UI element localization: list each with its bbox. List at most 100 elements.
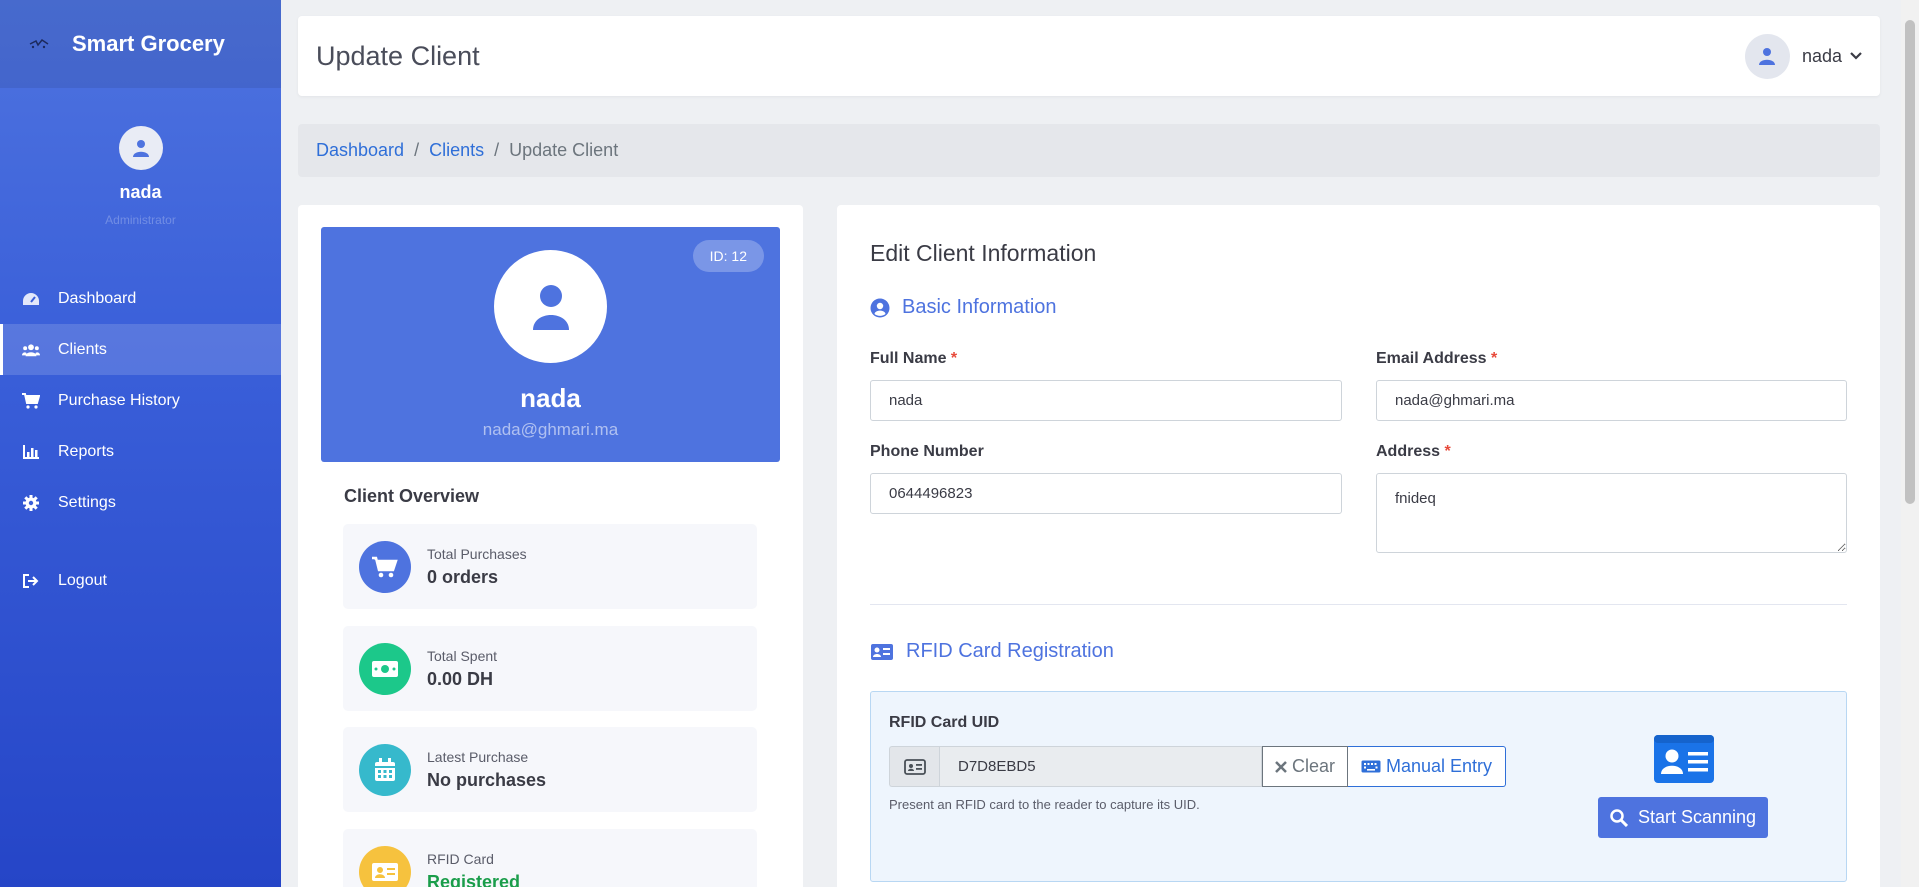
rfid-uid-input[interactable] [939,746,1262,787]
manual-entry-button[interactable]: Manual Entry [1348,746,1506,787]
stat-label: Latest Purchase [427,748,529,765]
sidebar-item-label: Dashboard [58,289,137,307]
required-mark: * [950,350,958,367]
section-divider [870,604,1847,605]
address-label-text: Address [1376,443,1441,460]
full-name-label: Full Name * [870,350,957,368]
stat-rfid-card: RFID Card Registered [343,829,757,887]
basic-info-heading: Basic Information [870,296,1057,319]
stat-label: Total Spent [427,647,498,664]
client-id-badge: ID: 12 [692,240,764,272]
stat-value: 0 orders [427,566,499,587]
rfid-help-text: Present an RFID card to the reader to ca… [889,797,1200,812]
stat-value: Registered [427,871,521,887]
user-icon [532,284,569,330]
clear-button-label: Clear [1291,756,1335,776]
stat-latest-purchase: Latest Purchase No purchases [343,727,757,812]
address-label: Address * [1376,443,1451,461]
email-label-text: Email Address [1376,350,1487,367]
sign-out-icon [22,572,40,590]
sidebar-item-dashboard[interactable]: Dashboard [0,273,281,324]
manual-entry-label: Manual Entry [1385,756,1493,776]
client-avatar [494,250,607,363]
brand[interactable]: Smart Grocery [0,0,281,88]
breadcrumb-separator: / [414,140,420,160]
sidebar: Smart Grocery nada Administrator Dashboa… [0,0,281,887]
sidebar-item-reports[interactable]: Reports [0,426,281,477]
page-scrollbar[interactable] [1901,0,1919,887]
user-icon [132,140,149,157]
full-name-label-text: Full Name [870,350,947,367]
stat-total-purchases: Total Purchases 0 orders [343,524,757,609]
cart-icon [359,540,411,593]
client-name: nada [520,383,581,413]
breadcrumb-separator: / [494,140,500,160]
sidebar-item-label: Logout [58,571,107,589]
client-overview-title: Client Overview [344,486,480,506]
bar-chart-icon [22,443,40,461]
user-menu[interactable]: nada [1744,33,1862,79]
phone-label: Phone Number [870,443,984,460]
stat-label: Total Purchases [427,545,527,562]
edit-client-form: Edit Client Information Basic Informatio… [837,205,1880,887]
user-icon [1759,48,1776,65]
stat-value: 0.00 DH [427,668,494,689]
id-card-icon [1653,734,1715,789]
client-email: nada@ghmari.ma [482,420,619,439]
search-icon [1610,808,1628,827]
sidebar-item-clients[interactable]: Clients [0,324,281,375]
sidebar-item-purchase-history[interactable]: Purchase History [0,375,281,426]
sidebar-item-logout[interactable]: Logout [0,555,281,606]
rfid-section-label: RFID Card Registration [906,640,1114,662]
profile-banner: ID: 12 nada nada@ghmari.ma [321,227,780,462]
money-icon [359,642,411,695]
id-card-icon [889,746,939,787]
form-title: Edit Client Information [870,240,1097,266]
calendar-icon [359,743,411,796]
id-card-icon [359,845,411,887]
sidebar-item-label: Reports [58,442,115,460]
keyboard-icon [1361,760,1381,773]
client-profile-card: ID: 12 nada nada@ghmari.ma Client Overvi… [298,205,803,887]
rfid-panel: RFID Card UID Clear Manual Entry Present… [870,691,1847,882]
required-mark: * [1491,350,1498,367]
sidebar-item-label: Purchase History [58,391,180,409]
tachometer-icon [22,290,40,308]
brand-name: Smart Grocery [72,31,225,56]
users-icon [22,341,40,359]
sidebar-item-label: Clients [58,340,107,358]
chevron-down-icon [1850,47,1862,65]
brand-logo-icon [24,29,54,59]
clear-button[interactable]: Clear [1262,746,1348,787]
breadcrumb: Dashboard / Clients / Update Client [298,124,1880,177]
cart-icon [22,392,40,410]
user-circle-icon [870,298,890,318]
breadcrumb-dashboard[interactable]: Dashboard [316,140,404,161]
basic-info-label: Basic Information [902,296,1057,318]
rfid-input-group: Clear Manual Entry [889,746,1506,787]
breadcrumb-current: Update Client [509,140,619,160]
start-scanning-label: Start Scanning [1637,807,1757,827]
address-textarea[interactable]: fnideq [1376,473,1847,553]
user-avatar [118,126,163,170]
gear-icon [22,494,40,512]
user-avatar [1744,33,1790,79]
email-label: Email Address * [1376,350,1497,368]
times-icon [1275,760,1287,773]
email-input[interactable] [1376,380,1847,421]
id-card-icon [870,643,894,661]
full-name-input[interactable] [870,380,1342,421]
sidebar-item-settings[interactable]: Settings [0,477,281,528]
scrollbar-thumb[interactable] [1905,20,1915,504]
required-mark: * [1444,443,1451,460]
stat-value: No purchases [427,769,547,790]
phone-input[interactable] [870,473,1342,514]
start-scanning-button[interactable]: Start Scanning [1598,797,1768,838]
stat-total-spent: Total Spent 0.00 DH [343,626,757,711]
stat-label: RFID Card [427,850,494,867]
page-title: Update Client [316,40,480,71]
topbar: Update Client nada [298,16,1880,96]
sidebar-user-role: Administrator [105,213,176,227]
breadcrumb-clients[interactable]: Clients [429,140,484,161]
rfid-uid-label: RFID Card UID [889,714,1000,731]
